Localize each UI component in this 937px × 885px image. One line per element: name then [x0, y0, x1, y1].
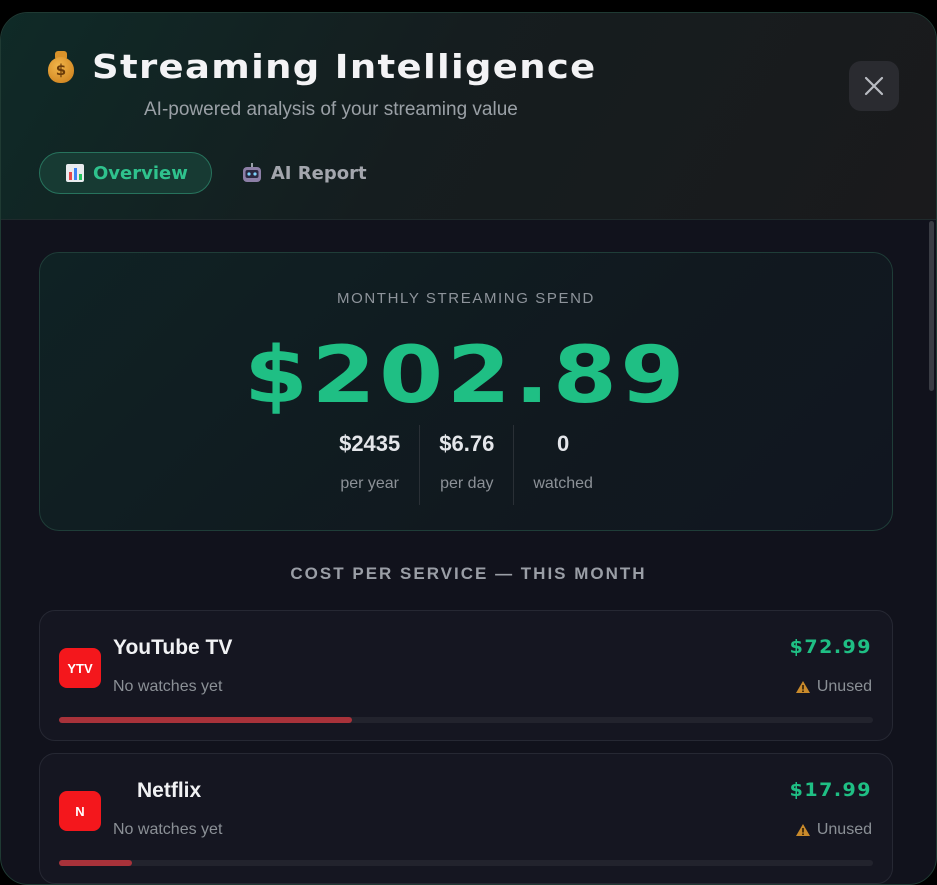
tab-overview[interactable]: Overview [39, 152, 212, 194]
close-button[interactable] [849, 61, 899, 111]
service-name: Netflix [137, 779, 202, 802]
netflix-logo: N [59, 791, 101, 831]
money-bag-icon: $ [46, 50, 76, 83]
service-usage-label: Unused [816, 678, 872, 695]
tab-bar: Overview AI Report [39, 152, 390, 194]
modal-header: $ Streaming Intelligence AI-powered anal… [1, 13, 936, 220]
stat-per-year: $2435 per year [320, 425, 419, 505]
stat-label: per day [440, 475, 494, 492]
stat-label: watched [533, 475, 593, 492]
robot-icon [242, 163, 262, 183]
streaming-intelligence-modal: $ Streaming Intelligence AI-powered anal… [0, 12, 937, 885]
warning-icon [795, 680, 811, 694]
title-row: $ Streaming Intelligence [46, 47, 595, 86]
spend-stats: $2435 per year $6.76 per day 0 watched [40, 425, 892, 505]
monthly-spend-card: MONTHLY STREAMING SPEND $202.89 $2435 pe… [39, 252, 893, 531]
service-usage-badge: Unused [795, 678, 872, 696]
service-card-youtube-tv[interactable]: YTV YouTube TV No watches yet $72.99 Unu… [39, 610, 893, 741]
bar-chart-icon [66, 164, 84, 182]
service-usage-badge: Unused [795, 821, 872, 839]
cost-per-service-heading: COST PER SERVICE — THIS MONTH [290, 564, 647, 583]
stat-value: $2435 [339, 431, 401, 456]
stat-value: $6.76 [439, 431, 495, 456]
close-icon [864, 76, 884, 96]
tab-overview-label: Overview [93, 162, 188, 184]
page-subtitle: AI-powered analysis of your streaming va… [144, 99, 518, 120]
monthly-spend-label: MONTHLY STREAMING SPEND [337, 290, 595, 307]
page-title: Streaming Intelligence [92, 47, 597, 86]
stat-value: 0 [557, 431, 570, 456]
tab-ai-report-label: AI Report [270, 162, 367, 184]
cost-share-fill [59, 717, 353, 723]
tab-ai-report[interactable]: AI Report [220, 152, 390, 194]
service-usage-label: Unused [816, 821, 872, 838]
service-card-netflix[interactable]: N Netflix No watches yet $17.99 Unused [39, 753, 893, 884]
service-name: YouTube TV [113, 636, 233, 659]
youtube-tv-logo: YTV [59, 648, 101, 688]
stat-label: per year [340, 475, 400, 492]
cost-share-fill [59, 860, 133, 866]
service-price: $72.99 [789, 636, 872, 658]
stat-per-day: $6.76 per day [419, 425, 513, 505]
cost-share-bar [59, 717, 873, 723]
service-watch-status: No watches yet [113, 821, 223, 838]
warning-icon [795, 823, 811, 837]
service-price: $17.99 [789, 779, 872, 801]
cost-share-bar [59, 860, 873, 866]
monthly-spend-amount: $202.89 [243, 331, 688, 421]
service-watch-status: No watches yet [113, 678, 223, 695]
stat-watched: 0 watched [513, 425, 612, 505]
